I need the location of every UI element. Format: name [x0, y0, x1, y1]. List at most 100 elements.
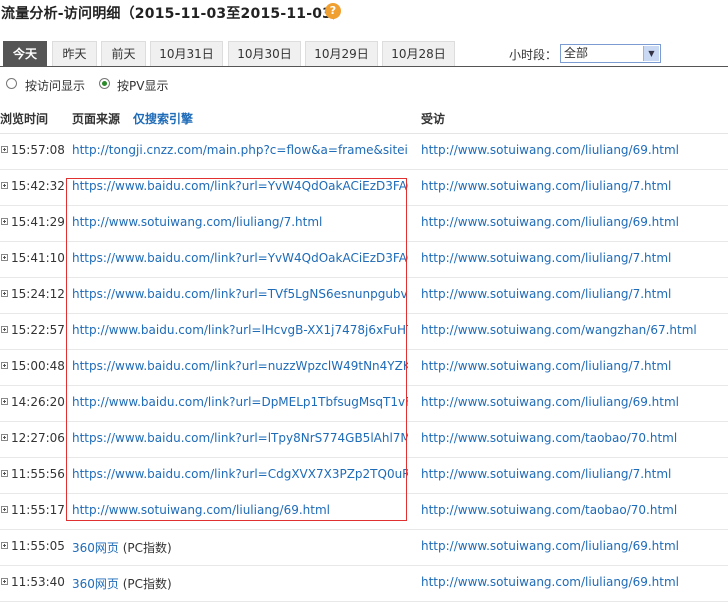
row-source-cell: https://www.baidu.com/link?url=YvW4QdOak…	[72, 251, 408, 265]
row-source-link[interactable]: http://tongji.cnzz.com/main.php?c=flow&a…	[72, 143, 408, 157]
chevron-down-icon[interactable]: ▼	[643, 46, 659, 61]
tab-oct29[interactable]: 10月29日	[305, 41, 378, 66]
row-time: 11:53:40	[11, 575, 65, 589]
expand-icon[interactable]	[1, 182, 8, 189]
tabs-divider	[0, 66, 728, 67]
row-visited-link[interactable]: http://www.sotuiwang.com/liuliang/69.htm…	[421, 143, 679, 157]
expand-icon[interactable]	[1, 254, 8, 261]
table-row: 15:57:08 http://tongji.cnzz.com/main.php?…	[0, 134, 728, 170]
page-title: 流量分析-访问明细（2015-11-03至2015-11-03）	[1, 6, 347, 22]
row-source-link[interactable]: https://www.baidu.com/link?url=TVf5LgNS6…	[72, 287, 408, 301]
row-time: 14:26:20	[11, 395, 65, 409]
expand-icon[interactable]	[1, 290, 8, 297]
table-row: 11:55:56 https://www.baidu.com/link?url=C…	[0, 458, 728, 494]
row-source-cell: 360网页 (PC指数)	[72, 539, 408, 556]
radio-by-visit-label[interactable]: 按访问显示	[25, 77, 85, 94]
row-visited-link[interactable]: http://www.sotuiwang.com/taobao/70.html	[421, 431, 677, 445]
table-row: 15:00:48 https://www.baidu.com/link?url=n…	[0, 350, 728, 386]
row-source-cell: https://www.baidu.com/link?url=YvW4QdOak…	[72, 179, 408, 193]
expand-icon[interactable]	[1, 470, 8, 477]
row-source-link[interactable]: https://www.baidu.com/link?url=YvW4QdOak…	[72, 179, 408, 193]
row-source-cell: https://www.baidu.com/link?url=nuzzWpzcl…	[72, 359, 408, 373]
row-source-link[interactable]: 360网页	[72, 577, 119, 591]
tab-yesterday[interactable]: 昨天	[52, 41, 97, 66]
row-visited-link[interactable]: http://www.sotuiwang.com/liuliang/7.html	[421, 179, 671, 193]
row-visited-link[interactable]: http://www.sotuiwang.com/liuliang/7.html	[421, 467, 671, 481]
row-source-cell: http://tongji.cnzz.com/main.php?c=flow&a…	[72, 143, 408, 157]
expand-icon[interactable]	[1, 326, 8, 333]
row-source-cell: https://www.baidu.com/link?url=CdgXVX7X3…	[72, 467, 408, 481]
row-source-link[interactable]: http://www.sotuiwang.com/liuliang/69.htm…	[72, 503, 330, 517]
help-icon[interactable]: ?	[325, 3, 341, 19]
header-visited: 受访	[421, 112, 446, 126]
row-source-cell: http://www.baidu.com/link?url=DpMELp1Tbf…	[72, 395, 408, 409]
row-source-link[interactable]: https://www.baidu.com/link?url=lTpy8NrS7…	[72, 431, 408, 445]
row-visited-link[interactable]: http://www.sotuiwang.com/liuliang/69.htm…	[421, 215, 679, 229]
row-time: 15:00:48	[11, 359, 65, 373]
row-source-suffix: (PC指数)	[118, 541, 172, 555]
table-row: 11:55:05 360网页 (PC指数) http://www.sotuiwang…	[0, 530, 728, 566]
header-source: 页面来源	[72, 112, 121, 126]
tab-oct30[interactable]: 10月30日	[228, 41, 301, 66]
search-engine-only-link[interactable]: 仅搜索引擎	[133, 110, 193, 127]
radio-by-visit[interactable]	[6, 78, 17, 89]
row-time: 15:41:10	[11, 251, 65, 265]
row-source-link[interactable]: http://www.sotuiwang.com/liuliang/7.html	[72, 215, 322, 229]
expand-icon[interactable]	[1, 506, 8, 513]
table-row: 14:26:20 http://www.baidu.com/link?url=Dp…	[0, 386, 728, 422]
table-row: 15:41:10 https://www.baidu.com/link?url=Y…	[0, 242, 728, 278]
tab-day-before[interactable]: 前天	[101, 41, 146, 66]
row-visited-link[interactable]: http://www.sotuiwang.com/liuliang/7.html	[421, 359, 671, 373]
expand-icon[interactable]	[1, 362, 8, 369]
period-select[interactable]: 全部 ▼	[560, 44, 661, 63]
tab-today[interactable]: 今天	[3, 41, 47, 66]
row-source-link[interactable]: https://www.baidu.com/link?url=CdgXVX7X3…	[72, 467, 408, 481]
row-source-link[interactable]: https://www.baidu.com/link?url=nuzzWpzcl…	[72, 359, 408, 373]
row-time: 15:24:12	[11, 287, 65, 301]
expand-icon[interactable]	[1, 542, 8, 549]
table-header: 浏览时间 页面来源 仅搜索引擎 受访	[0, 103, 728, 134]
tab-oct28[interactable]: 10月28日	[382, 41, 455, 66]
row-source-suffix: (PC指数)	[118, 577, 172, 591]
row-source-link[interactable]: https://www.baidu.com/link?url=YvW4QdOak…	[72, 251, 408, 265]
row-visited-link[interactable]: http://www.sotuiwang.com/liuliang/69.htm…	[421, 575, 679, 589]
row-source-cell: https://www.baidu.com/link?url=TVf5LgNS6…	[72, 287, 408, 301]
row-time: 11:55:56	[11, 467, 65, 481]
expand-icon[interactable]	[1, 434, 8, 441]
table-row: 11:55:17 http://www.sotuiwang.com/liulian…	[0, 494, 728, 530]
row-time: 15:41:29	[11, 215, 65, 229]
header-time: 浏览时间	[0, 112, 49, 126]
period-label: 小时段：	[509, 48, 558, 62]
row-source-cell: http://www.sotuiwang.com/liuliang/7.html	[72, 215, 408, 229]
table-row: 15:42:32 https://www.baidu.com/link?url=Y…	[0, 170, 728, 206]
period-selected-value: 全部	[564, 46, 589, 60]
table-row: 15:41:29 http://www.sotuiwang.com/liulian…	[0, 206, 728, 242]
expand-icon[interactable]	[1, 578, 8, 585]
row-source-cell: http://www.sotuiwang.com/liuliang/69.htm…	[72, 503, 408, 517]
row-time: 12:27:06	[11, 431, 65, 445]
expand-icon[interactable]	[1, 146, 8, 153]
row-source-cell: http://www.baidu.com/link?url=lHcvgB-XX1…	[72, 323, 408, 337]
row-source-link[interactable]: http://www.baidu.com/link?url=DpMELp1Tbf…	[72, 395, 408, 409]
row-visited-link[interactable]: http://www.sotuiwang.com/liuliang/7.html	[421, 287, 671, 301]
row-visited-link[interactable]: http://www.sotuiwang.com/liuliang/7.html	[421, 251, 671, 265]
row-visited-link[interactable]: http://www.sotuiwang.com/liuliang/69.htm…	[421, 539, 679, 553]
row-source-link[interactable]: http://www.baidu.com/link?url=lHcvgB-XX1…	[72, 323, 408, 337]
row-visited-link[interactable]: http://www.sotuiwang.com/taobao/70.html	[421, 503, 677, 517]
row-source-link[interactable]: 360网页	[72, 541, 119, 555]
table-row: 11:53:40 360网页 (PC指数) http://www.sotuiwang…	[0, 566, 728, 602]
row-source-cell: https://www.baidu.com/link?url=lTpy8NrS7…	[72, 431, 408, 445]
display-mode-row: 按访问显示 按PV显示	[0, 75, 728, 95]
row-time: 11:55:05	[11, 539, 65, 553]
table-row: 15:22:57 http://www.baidu.com/link?url=lH…	[0, 314, 728, 350]
row-visited-link[interactable]: http://www.sotuiwang.com/wangzhan/67.htm…	[421, 323, 697, 337]
row-source-cell: 360网页 (PC指数)	[72, 575, 408, 592]
row-visited-link[interactable]: http://www.sotuiwang.com/liuliang/69.htm…	[421, 395, 679, 409]
tab-oct31[interactable]: 10月31日	[150, 41, 223, 66]
table-row: 12:27:06 https://www.baidu.com/link?url=l…	[0, 422, 728, 458]
table-row: 15:24:12 https://www.baidu.com/link?url=T…	[0, 278, 728, 314]
radio-by-pv-label[interactable]: 按PV显示	[117, 77, 168, 94]
expand-icon[interactable]	[1, 398, 8, 405]
expand-icon[interactable]	[1, 218, 8, 225]
radio-by-pv[interactable]	[99, 78, 110, 89]
